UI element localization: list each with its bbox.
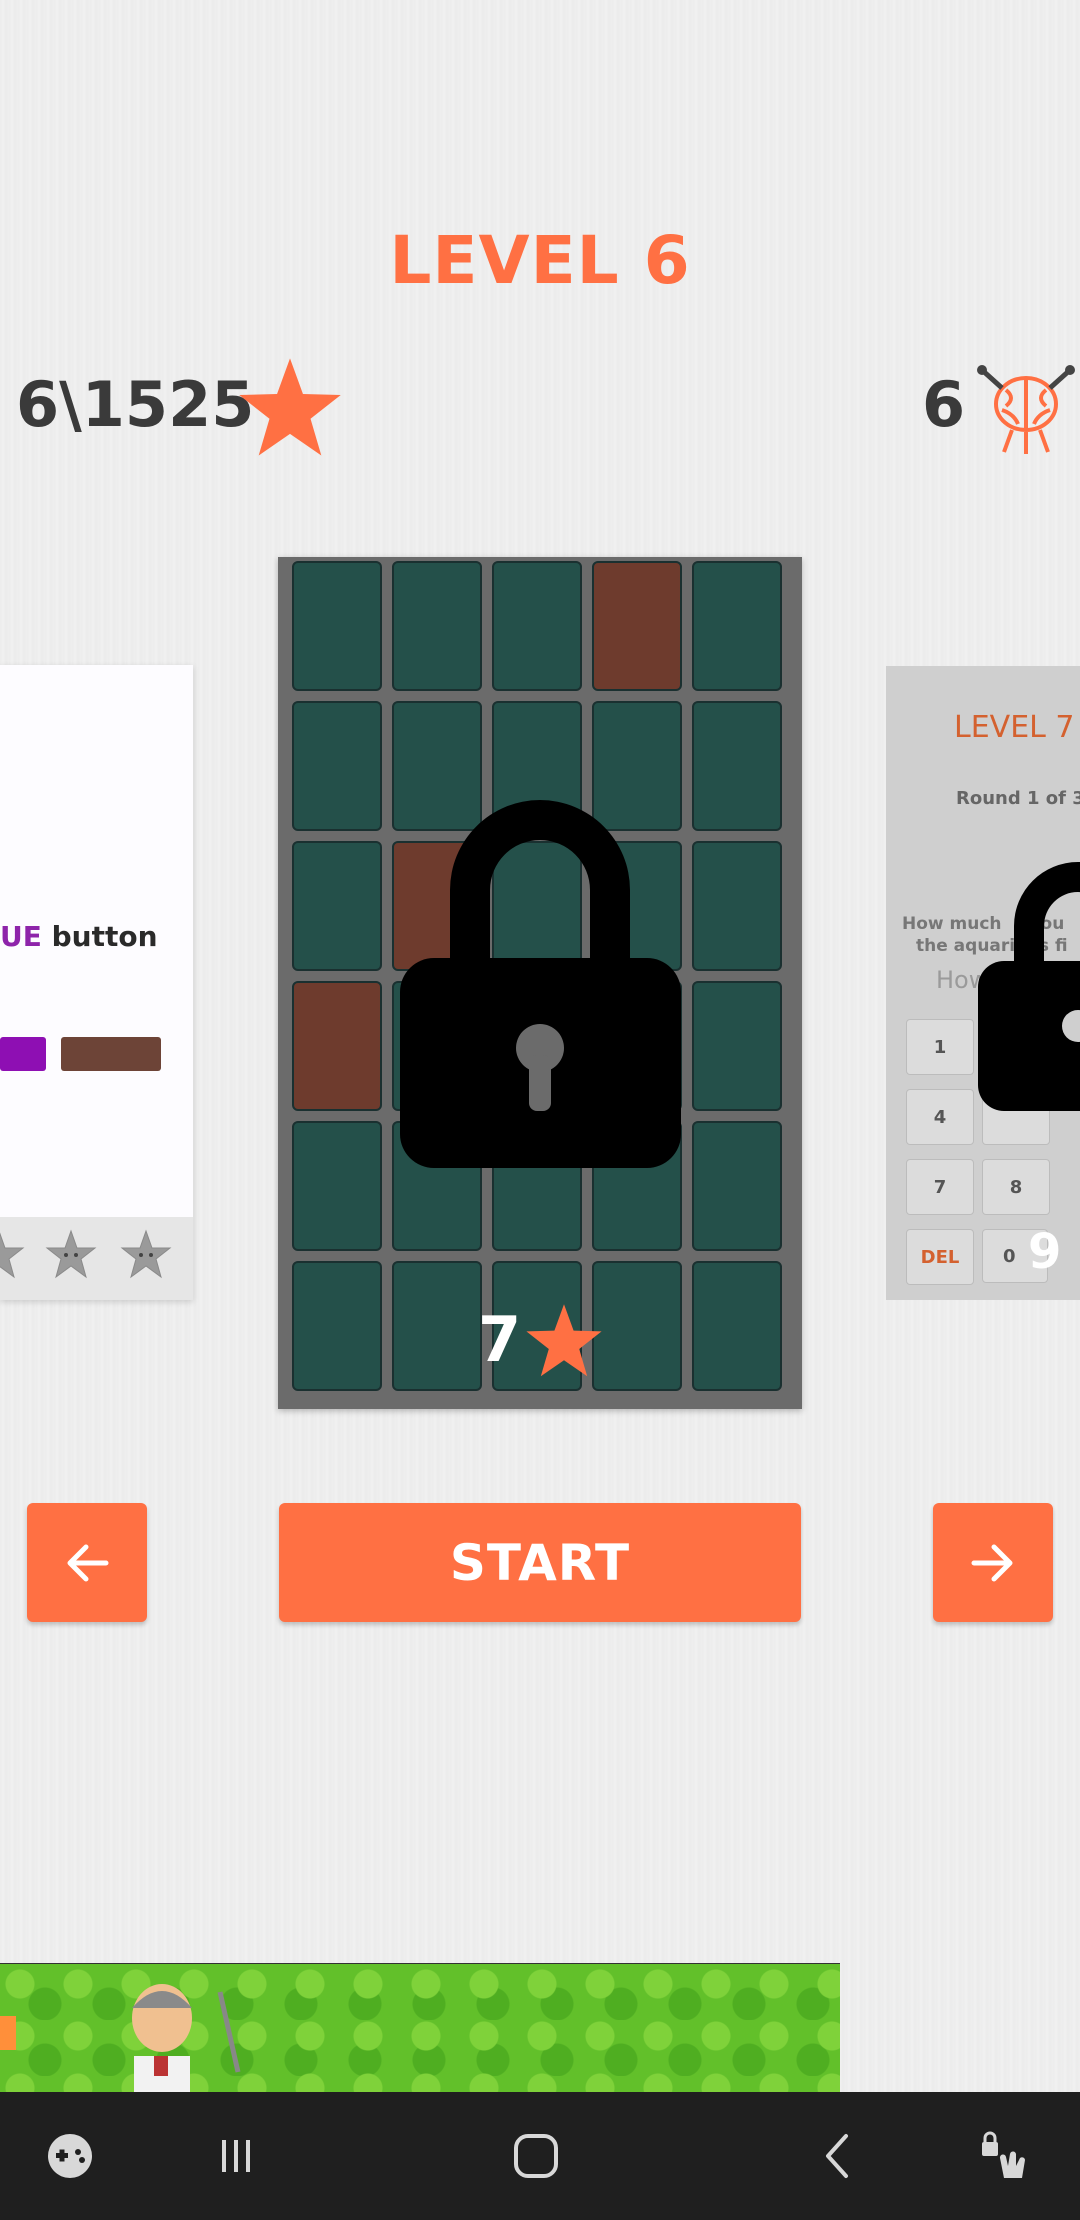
- rating-stars-bar: [0, 1217, 193, 1300]
- grid-tile: [692, 561, 782, 691]
- key-1: 1: [906, 1019, 974, 1075]
- grid-tile: [292, 841, 382, 971]
- current-level-card[interactable]: 7: [278, 557, 802, 1409]
- arrow-right-icon: [971, 1544, 1013, 1581]
- round-text: Round 1 of 3: [956, 788, 1080, 809]
- brain-icon: [977, 365, 1075, 454]
- grid-tile: [592, 561, 682, 691]
- purple-option-button: [0, 1037, 46, 1071]
- star-score: 6\1525: [16, 368, 255, 441]
- ad-character-image: [132, 1984, 241, 2093]
- brain-count: 6: [922, 368, 966, 441]
- grid-tile: [292, 981, 382, 1111]
- back-icon[interactable]: [812, 2128, 868, 2184]
- ad-badge: [0, 2016, 16, 2050]
- key-del: DEL: [906, 1229, 974, 1285]
- required-stars-count: 7: [478, 1303, 522, 1376]
- grid-tile: [692, 1121, 782, 1251]
- next-lock-icon: [978, 862, 1080, 1111]
- touch-lock-icon[interactable]: [976, 2128, 1032, 2184]
- ad-banner[interactable]: [0, 1963, 840, 2093]
- grid-tile: [292, 1261, 382, 1391]
- next-level-title: LEVEL 7: [954, 710, 1075, 745]
- prev-level-instruction: UE button: [0, 920, 158, 953]
- key-4: 4: [906, 1089, 974, 1145]
- required-star-icon: [526, 1304, 602, 1377]
- grid-tile: [692, 1261, 782, 1391]
- prev-level-card[interactable]: UE button: [0, 665, 193, 1300]
- grid-tile: [392, 561, 482, 691]
- arrow-left-icon: [67, 1544, 109, 1581]
- next-level-button[interactable]: [933, 1503, 1053, 1622]
- game-tools-icon[interactable]: [42, 2128, 98, 2184]
- grid-tile: [392, 1261, 482, 1391]
- grid-tile: [692, 981, 782, 1111]
- recent-apps-icon[interactable]: [208, 2128, 264, 2184]
- grid-tile: [492, 561, 582, 691]
- brown-option-button: [61, 1037, 161, 1071]
- grid-tile: [592, 1261, 682, 1391]
- start-button[interactable]: START: [279, 1503, 801, 1622]
- next-level-card[interactable]: LEVEL 7 Round 1 of 3 How much you the aq…: [886, 666, 1080, 1300]
- home-icon[interactable]: [508, 2128, 564, 2184]
- next-required-stars: 9: [1028, 1224, 1062, 1280]
- grid-tile: [292, 561, 382, 691]
- grid-tile: [692, 701, 782, 831]
- key-8: 8: [982, 1159, 1050, 1215]
- grid-tile: [692, 841, 782, 971]
- grid-tile: [292, 1121, 382, 1251]
- level-title: LEVEL 6: [389, 222, 691, 299]
- key-7: 7: [906, 1159, 974, 1215]
- star-icon: [239, 358, 341, 456]
- grid-tile: [292, 701, 382, 831]
- lock-icon: [400, 800, 681, 1168]
- previous-level-button[interactable]: [27, 1503, 147, 1622]
